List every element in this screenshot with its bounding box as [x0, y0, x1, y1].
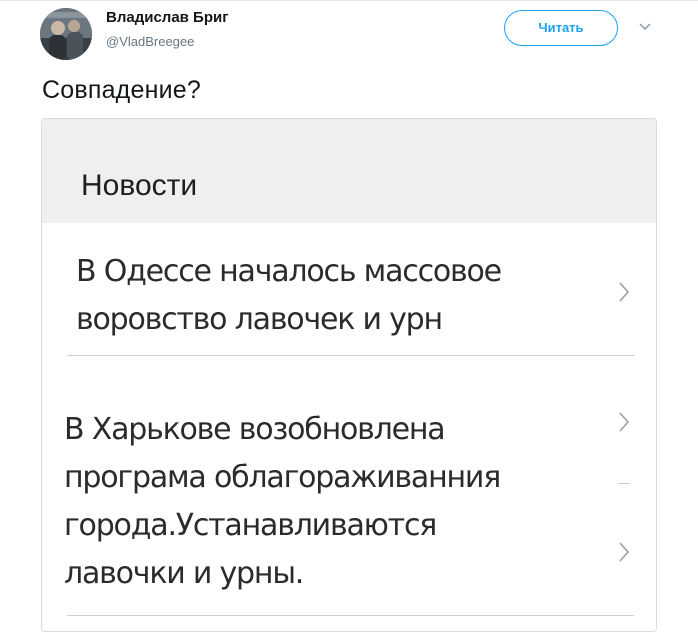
follow-button[interactable]: Читать [504, 10, 618, 46]
news-header: Новости [42, 119, 656, 223]
news-line: воровство лавочек и урн [76, 302, 443, 337]
news-section-title: Новости [81, 169, 198, 202]
top-border [0, 0, 698, 1]
divider-fragment [618, 483, 630, 484]
news-line: В Одессе началось массовое [76, 254, 502, 289]
avatar[interactable] [40, 8, 92, 60]
avatar-image [40, 8, 92, 60]
news-item-kharkiv: В Харькове возобновлена програма облагор… [42, 356, 656, 616]
chevron-right-icon [619, 412, 630, 432]
news-divider [67, 615, 634, 616]
news-line: програма облагораживанния [64, 460, 501, 495]
chevron-down-icon[interactable] [638, 20, 652, 34]
news-line: В Харькове возобновлена [64, 412, 446, 447]
chevron-right-icon [619, 282, 630, 302]
news-line: лавочки и урны. [64, 556, 304, 591]
news-item-odessa: В Одессе началось массовое воровство лав… [42, 223, 656, 355]
author-handle[interactable]: @VladBreegee [106, 34, 194, 49]
chevron-right-icon [619, 542, 630, 562]
news-line: города.Устанавливаются [64, 508, 437, 543]
author-name[interactable]: Владислав Бриг [106, 9, 228, 26]
attached-photo[interactable]: Новости В Одессе началось массовое воров… [41, 118, 657, 632]
tweet-text: Совпадение? [42, 76, 201, 104]
